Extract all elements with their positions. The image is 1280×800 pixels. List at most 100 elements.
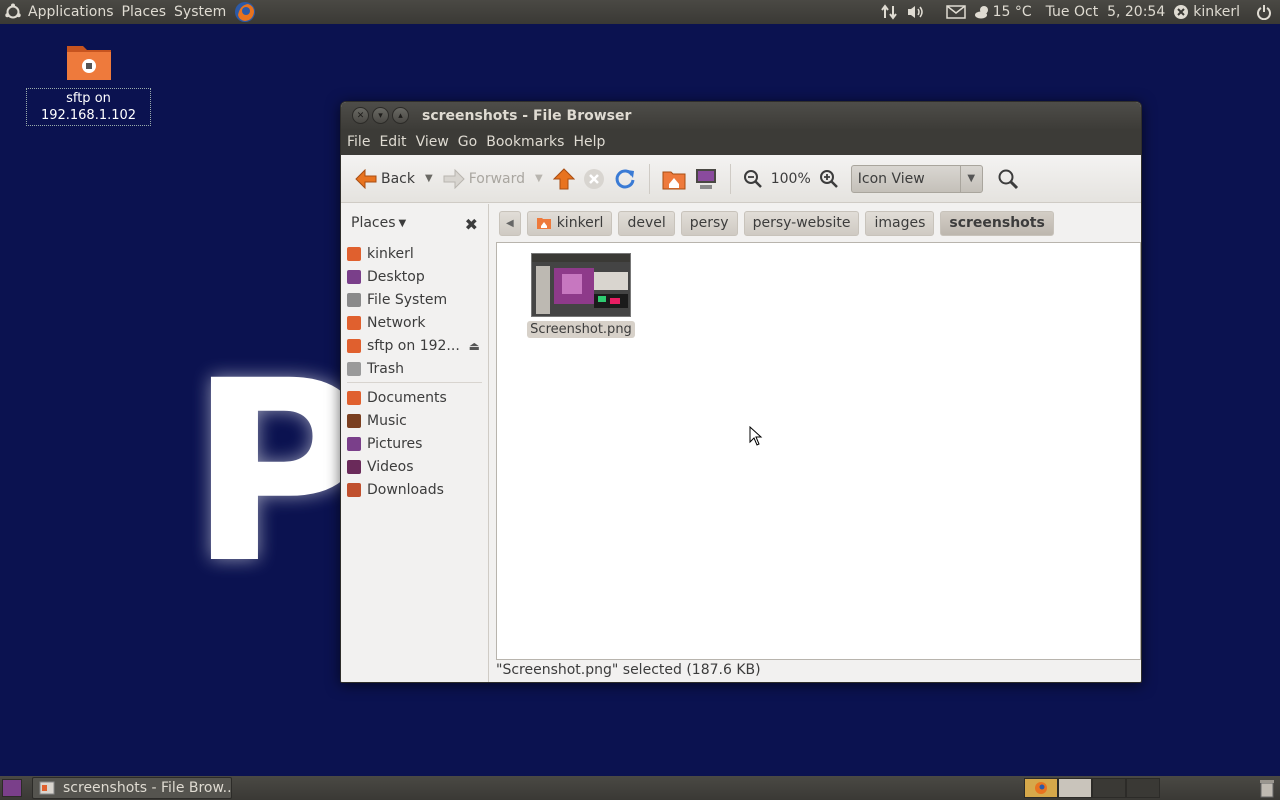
reload-button[interactable] [609, 161, 641, 197]
file-browser-icon [39, 780, 55, 796]
minimize-window-button[interactable]: ▾ [372, 107, 389, 124]
system-menu[interactable]: System [170, 0, 230, 24]
music-folder-icon [347, 413, 361, 428]
up-button[interactable] [549, 161, 579, 197]
drive-icon [347, 292, 361, 307]
breadcrumb-item-persy-website[interactable]: persy-website [743, 210, 860, 236]
workspace-switcher [1024, 778, 1160, 798]
applications-label: Applications [28, 4, 114, 20]
search-button[interactable] [993, 161, 1023, 197]
sidebar-item-label: Downloads [367, 481, 444, 498]
applications-menu[interactable]: Applications [0, 0, 118, 24]
sidebar-item-filesystem[interactable]: File System [341, 288, 488, 311]
workspace-2[interactable] [1058, 778, 1092, 798]
chevron-down-icon: ▼ [398, 217, 407, 229]
eject-icon[interactable]: ⏏ [469, 339, 480, 353]
file-view[interactable]: Screenshot.png [496, 242, 1141, 660]
ubuntu-logo-icon [4, 3, 22, 21]
breadcrumb-scroll-left[interactable]: ◀ [499, 210, 521, 236]
pictures-folder-icon [347, 436, 361, 451]
file-item[interactable]: Screenshot.png [527, 253, 635, 338]
forward-button[interactable]: Forward [439, 161, 529, 197]
desktop-sftp-icon[interactable]: sftp on 192.168.1.102 [26, 40, 151, 126]
menu-help[interactable]: Help [569, 134, 609, 150]
clock[interactable]: Tue Oct 5, 20:54 [1042, 0, 1170, 24]
menu-bookmarks[interactable]: Bookmarks [482, 134, 568, 150]
bottom-panel: screenshots - File Brow... [0, 776, 1280, 800]
sidebar-item-sftp[interactable]: sftp on 192... ⏏ [341, 334, 488, 357]
sidebar-item-documents[interactable]: Documents [341, 386, 488, 409]
sidebar-item-pictures[interactable]: Pictures [341, 432, 488, 455]
breadcrumb-item-kinkerl[interactable]: kinkerl [526, 210, 613, 236]
window-title: screenshots - File Browser [422, 107, 632, 124]
breadcrumb-item-persy[interactable]: persy [680, 210, 738, 236]
weather-temp: 15 °C [992, 4, 1032, 20]
sidebar-item-label: Pictures [367, 435, 423, 452]
search-icon [997, 168, 1019, 190]
breadcrumb-item-images[interactable]: images [865, 210, 935, 236]
close-window-button[interactable]: ✕ [352, 107, 369, 124]
back-history-dropdown[interactable]: ▼ [419, 173, 439, 184]
sidebar-item-label: kinkerl [367, 245, 414, 262]
trash-icon [1258, 778, 1276, 798]
network-indicator[interactable] [876, 0, 902, 24]
computer-button[interactable] [690, 161, 722, 197]
power-menu[interactable] [1252, 0, 1276, 24]
view-mode-select[interactable]: Icon View ▼ [850, 164, 983, 193]
stop-button[interactable] [579, 161, 609, 197]
menu-edit[interactable]: Edit [375, 134, 410, 150]
user-menu[interactable]: kinkerl [1169, 0, 1244, 24]
breadcrumb-item-devel[interactable]: devel [618, 210, 675, 236]
home-button[interactable] [658, 161, 690, 197]
places-menu[interactable]: Places [118, 0, 171, 24]
sidebar-item-videos[interactable]: Videos [341, 455, 488, 478]
sidebar-item-label: File System [367, 291, 448, 308]
show-desktop-button[interactable] [2, 779, 22, 797]
close-sidebar-icon[interactable]: ✖ [465, 215, 478, 234]
speaker-icon [906, 4, 926, 20]
network-arrows-icon [880, 4, 898, 20]
volume-indicator[interactable] [902, 0, 930, 24]
zoom-in-button[interactable] [815, 161, 843, 197]
mail-indicator[interactable] [942, 0, 970, 24]
sidebar-item-label: Desktop [367, 268, 425, 285]
top-panel: Applications Places System 15 °C Tue Oct… [0, 0, 1280, 24]
home-folder-icon [347, 246, 361, 261]
workspace-4[interactable] [1126, 778, 1160, 798]
menu-go[interactable]: Go [454, 134, 481, 150]
menu-file[interactable]: File [343, 134, 374, 150]
taskbar-window-button[interactable]: screenshots - File Brow... [32, 777, 232, 799]
breadcrumb-item-screenshots[interactable]: screenshots [940, 210, 1054, 236]
sidebar-item-music[interactable]: Music [341, 409, 488, 432]
forward-arrow-icon [443, 168, 465, 189]
menu-view[interactable]: View [412, 134, 453, 150]
back-label: Back [381, 170, 415, 187]
breadcrumb: ◀ kinkerl devel persy persy-website imag… [499, 210, 1060, 236]
window-titlebar[interactable]: ✕ ▾ ▴ screenshots - File Browser [341, 102, 1141, 129]
maximize-window-button[interactable]: ▴ [392, 107, 409, 124]
computer-icon [694, 168, 718, 190]
user-name: kinkerl [1193, 4, 1240, 20]
trash-applet[interactable] [1258, 778, 1276, 800]
remote-folder-icon [65, 40, 113, 82]
file-name-label: Screenshot.png [527, 321, 635, 338]
power-icon [1256, 4, 1272, 20]
forward-history-dropdown[interactable]: ▼ [529, 173, 549, 184]
desktop-icon-label: sftp on 192.168.1.102 [26, 88, 151, 126]
workspace-3[interactable] [1092, 778, 1126, 798]
reload-icon [613, 167, 637, 191]
workspace-1[interactable] [1024, 778, 1058, 798]
weather-indicator[interactable]: 15 °C [970, 0, 1036, 24]
sidebar-item-trash[interactable]: Trash [341, 357, 488, 380]
firefox-launcher[interactable] [230, 0, 260, 24]
sidebar-item-network[interactable]: Network [341, 311, 488, 334]
zoom-out-button[interactable] [739, 161, 767, 197]
zoom-level[interactable]: 100% [767, 171, 815, 187]
remote-folder-icon [347, 338, 361, 353]
sidebar-item-home[interactable]: kinkerl [341, 242, 488, 265]
sidebar-item-desktop[interactable]: Desktop [341, 265, 488, 288]
back-button[interactable]: Back [351, 161, 419, 197]
firefox-icon [234, 1, 256, 23]
sidebar-item-downloads[interactable]: Downloads [341, 478, 488, 501]
weather-cloud-icon [974, 5, 990, 19]
